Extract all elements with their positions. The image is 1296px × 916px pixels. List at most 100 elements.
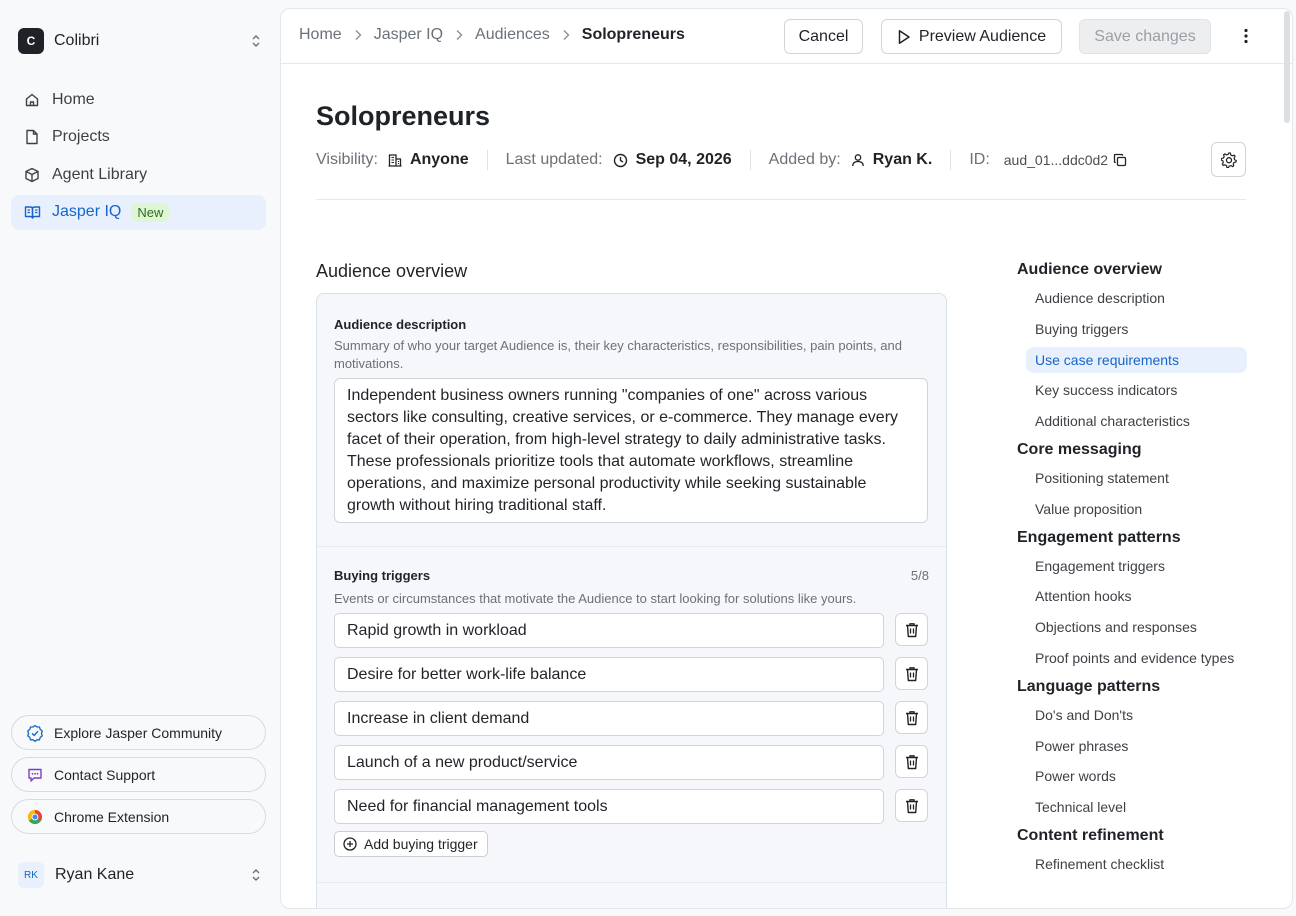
audience-meta: Visibility: Anyone Last updated: Sep 04,… [316,150,1127,170]
user-menu[interactable]: RK Ryan Kane [18,861,262,889]
id-value: aud_01...ddc0d2 [1003,152,1109,168]
toc-item[interactable]: Buying triggers [1017,316,1247,342]
buying-trigger-input[interactable]: Rapid growth in workload [334,613,884,648]
user-name: Ryan Kane [55,866,135,883]
sidebar-nav: Home Projects Agent Library Jasper IQ Ne… [11,82,266,232]
toc-item[interactable]: Positioning statement [1017,465,1247,491]
toc-item[interactable]: Power phrases [1017,733,1247,759]
more-vertical-icon[interactable] [1236,26,1256,46]
workspace-name: Colibri [54,32,100,49]
sidebar-item-jasper-iq[interactable]: Jasper IQ New [11,194,266,230]
toc-heading[interactable]: Engagement patterns [1017,527,1247,549]
meta-divider [486,150,488,170]
chat-icon [26,766,44,784]
delete-button[interactable] [895,789,928,822]
card-divider [317,546,946,547]
add-buying-trigger-button[interactable]: Add buying trigger [334,831,488,857]
toc-item[interactable]: Value proposition [1017,496,1247,522]
toc-item[interactable]: Refinement checklist [1017,851,1247,877]
contact-support-button[interactable]: Contact Support [11,757,266,792]
settings-button[interactable] [1211,142,1246,177]
avatar: RK [18,862,44,888]
workspace-switcher[interactable]: C Colibri [18,28,262,54]
description-textarea[interactable]: Independent business owners running "com… [334,378,928,523]
toc-heading[interactable]: Content refinement [1017,825,1247,847]
chevron-right-icon [354,29,362,41]
audience-overview-card: Audience description Summary of who your… [316,293,947,908]
user-icon [851,153,865,167]
toc-heading[interactable]: Language patterns [1017,676,1247,698]
toc-heading[interactable]: Core messaging [1017,439,1247,461]
list-item: Increase in client demand [334,701,928,736]
trash-icon [905,798,919,814]
page-title: Solopreneurs [316,101,491,131]
copy-icon[interactable] [1113,153,1127,167]
breadcrumb-jasper-iq[interactable]: Jasper IQ [374,26,443,44]
verified-badge-icon [26,724,44,742]
explore-community-button[interactable]: Explore Jasper Community [11,715,266,750]
breadcrumb-current: Solopreneurs [581,26,685,43]
toc-item[interactable]: Key success indicators [1017,377,1247,403]
delete-button[interactable] [895,613,928,646]
sidebar-item-projects[interactable]: Projects [11,120,266,155]
buying-trigger-input[interactable]: Launch of a new product/service [334,745,884,780]
meta-divider [749,150,751,170]
id-label: ID: [969,151,990,168]
list-item: Launch of a new product/service [334,745,928,780]
sidebar-item-agent-library[interactable]: Agent Library [11,157,266,192]
plus-circle-icon [343,837,357,851]
save-changes-button[interactable]: Save changes [1079,19,1211,54]
toc-item[interactable]: Objections and responses [1017,614,1247,640]
toc-item-active[interactable]: Use case requirements [1026,346,1247,373]
chrome-extension-label: Chrome Extension [54,808,170,825]
buying-triggers-count: 5/8 [910,568,929,583]
toc-item[interactable]: Additional characteristics [1017,408,1247,434]
buying-trigger-input[interactable]: Increase in client demand [334,701,884,736]
scrollbar[interactable] [1284,11,1290,123]
toc-item[interactable]: Technical level [1017,794,1247,820]
buying-trigger-input[interactable]: Need for financial management tools [334,789,884,824]
home-icon [23,91,41,109]
clock-icon [613,153,628,168]
trash-icon [905,754,919,770]
sidebar-item-label: Home [52,90,95,108]
chevron-updown-icon [250,33,262,49]
toc-item[interactable]: Do's and Don'ts [1017,702,1247,728]
list-item: Desire for better work-life balance [334,657,928,692]
breadcrumb-home[interactable]: Home [299,26,342,44]
trash-icon [905,622,919,638]
toc-heading[interactable]: Audience overview [1017,259,1247,281]
cube-icon [23,166,41,184]
sidebar-item-home[interactable]: Home [11,82,266,117]
updated-label: Last updated: [505,151,603,168]
toc-item[interactable]: Proof points and evidence types [1017,645,1247,671]
contact-support-label: Contact Support [54,766,156,783]
chrome-extension-button[interactable]: Chrome Extension [11,799,266,834]
sidebar: C Colibri Home Projects Agent Library Ja… [0,0,280,916]
section-title: Audience overview [316,261,468,281]
buying-trigger-input[interactable]: Desire for better work-life balance [334,657,884,692]
toc-item[interactable]: Power words [1017,763,1247,789]
breadcrumb-audiences[interactable]: Audiences [475,26,550,44]
new-badge: New [131,202,170,222]
sidebar-item-label: Jasper IQ [52,203,122,220]
preview-audience-button[interactable]: Preview Audience [881,19,1062,54]
explore-community-label: Explore Jasper Community [54,724,223,741]
toc-item[interactable]: Engagement triggers [1017,553,1247,579]
toc-item[interactable]: Audience description [1017,285,1247,311]
visibility-value: Anyone [409,151,469,168]
added-by-value: Ryan K. [872,151,933,168]
buying-triggers-help: Events or circumstances that motivate th… [334,591,857,606]
delete-button[interactable] [895,745,928,778]
delete-button[interactable] [895,701,928,734]
toc-item[interactable]: Attention hooks [1017,583,1247,609]
preview-audience-label: Preview Audience [918,27,1047,45]
cancel-button[interactable]: Cancel [784,19,863,54]
card-divider [317,882,946,883]
gear-icon [1220,151,1237,168]
breadcrumb: Home Jasper IQ Audiences Solopreneurs [299,26,685,44]
updated-value: Sep 04, 2026 [635,151,732,168]
chevron-right-icon [455,29,463,41]
chevron-right-icon [562,29,570,41]
delete-button[interactable] [895,657,928,690]
